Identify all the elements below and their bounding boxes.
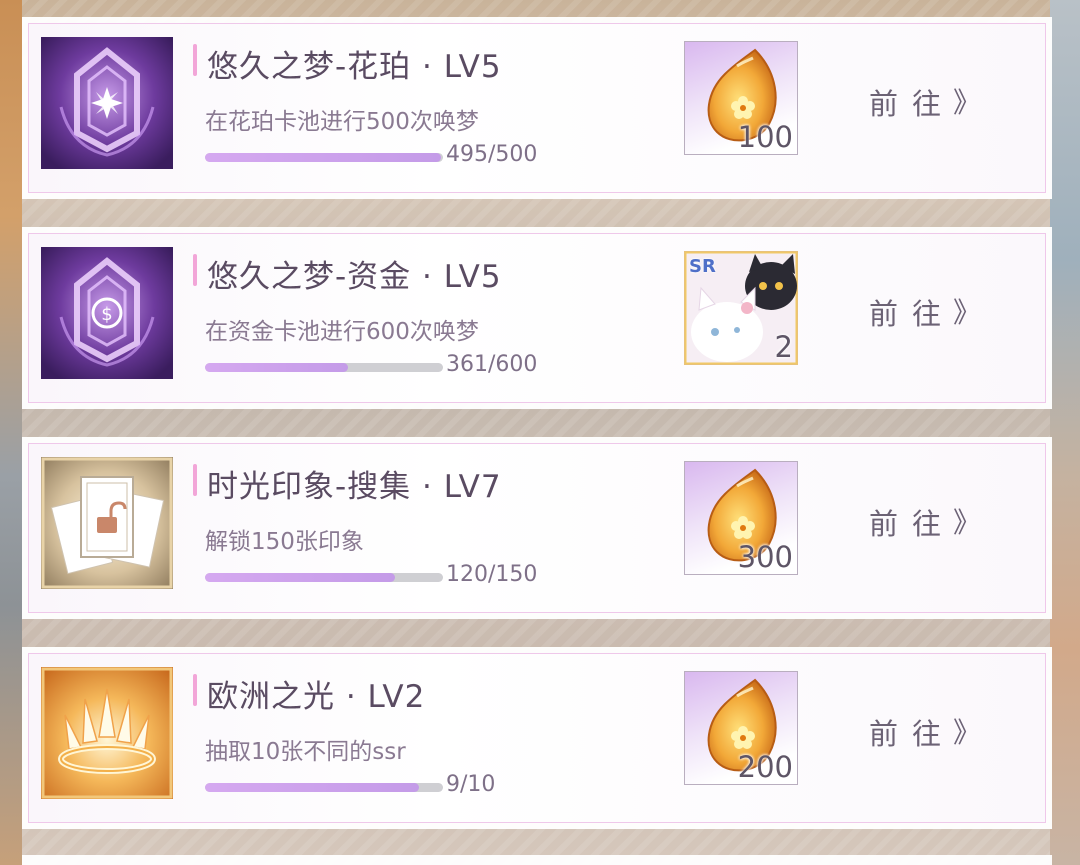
reward-slot[interactable]: 300: [684, 461, 798, 575]
svg-text:$: $: [101, 304, 112, 325]
task-progress-fill: [205, 573, 396, 582]
task-progress-bar: [205, 363, 443, 372]
task-title: 悠久之梦-资金 · LV5: [207, 259, 502, 295]
task-card-4: 欧洲之光 · LV2 抽取10张不同的ssr 9/10 200 前往 》: [22, 647, 1052, 829]
task-progress-text: 361/600: [446, 352, 538, 377]
task-progress-fill: [205, 153, 441, 162]
reward-slot[interactable]: SR 2: [684, 251, 798, 365]
task-progress-fill: [205, 363, 349, 372]
background-right-edge: [1050, 0, 1080, 865]
title-accent-bar: [193, 44, 197, 76]
task-title: 时光印象-搜集 · LV7: [207, 469, 502, 505]
goto-button[interactable]: 前往: [869, 711, 955, 753]
task-title: 悠久之梦-花珀 · LV5: [207, 49, 502, 85]
goto-button[interactable]: 前往: [869, 501, 955, 543]
task-progress-text: 495/500: [446, 142, 538, 167]
task-card-3: 时光印象-搜集 · LV7 解锁150张印象 120/150 300 前往 》: [22, 437, 1052, 619]
amber-star-crest-icon: [41, 37, 173, 169]
task-progress-bar: [205, 783, 443, 792]
coin-crest-icon: $: [41, 247, 173, 379]
sr-rarity-badge: SR: [689, 256, 716, 277]
chevron-right-icon: 》: [953, 86, 982, 119]
unlocked-cards-icon: [41, 457, 173, 589]
task-title: 欧洲之光 · LV2: [207, 679, 426, 715]
title-accent-bar: [193, 674, 197, 706]
reward-quantity: 200: [737, 750, 793, 784]
task-progress-bar: [205, 573, 443, 582]
task-description: 在资金卡池进行600次唤梦: [205, 319, 479, 345]
background-left-edge: [0, 0, 22, 865]
task-progress-bar: [205, 153, 443, 162]
title-accent-bar: [193, 254, 197, 286]
task-card-2: $ 悠久之梦-资金 · LV5 在资金卡池进行600次唤梦 361/600 SR…: [22, 227, 1052, 409]
goto-button[interactable]: 前往: [869, 81, 955, 123]
reward-slot[interactable]: 100: [684, 41, 798, 155]
task-progress-text: 120/150: [446, 562, 538, 587]
reward-quantity: 300: [737, 540, 793, 574]
task-progress-fill: [205, 783, 420, 792]
goto-button[interactable]: 前往: [869, 291, 955, 333]
task-description: 抽取10张不同的ssr: [205, 739, 406, 765]
chevron-right-icon: 》: [953, 296, 982, 329]
reward-quantity: 100: [737, 120, 793, 154]
task-description: 在花珀卡池进行500次唤梦: [205, 109, 479, 135]
task-card-1: 悠久之梦-花珀 · LV5 在花珀卡池进行500次唤梦 495/500 100 …: [22, 17, 1052, 199]
chevron-right-icon: 》: [953, 716, 982, 749]
task-description: 解锁150张印象: [205, 529, 364, 555]
title-accent-bar: [193, 464, 197, 496]
task-progress-text: 9/10: [446, 772, 496, 797]
reward-slot[interactable]: 200: [684, 671, 798, 785]
reward-quantity: 2: [774, 330, 793, 364]
chevron-right-icon: 》: [953, 506, 982, 539]
next-card-edge: [22, 855, 1052, 865]
golden-crown-icon: [41, 667, 173, 799]
